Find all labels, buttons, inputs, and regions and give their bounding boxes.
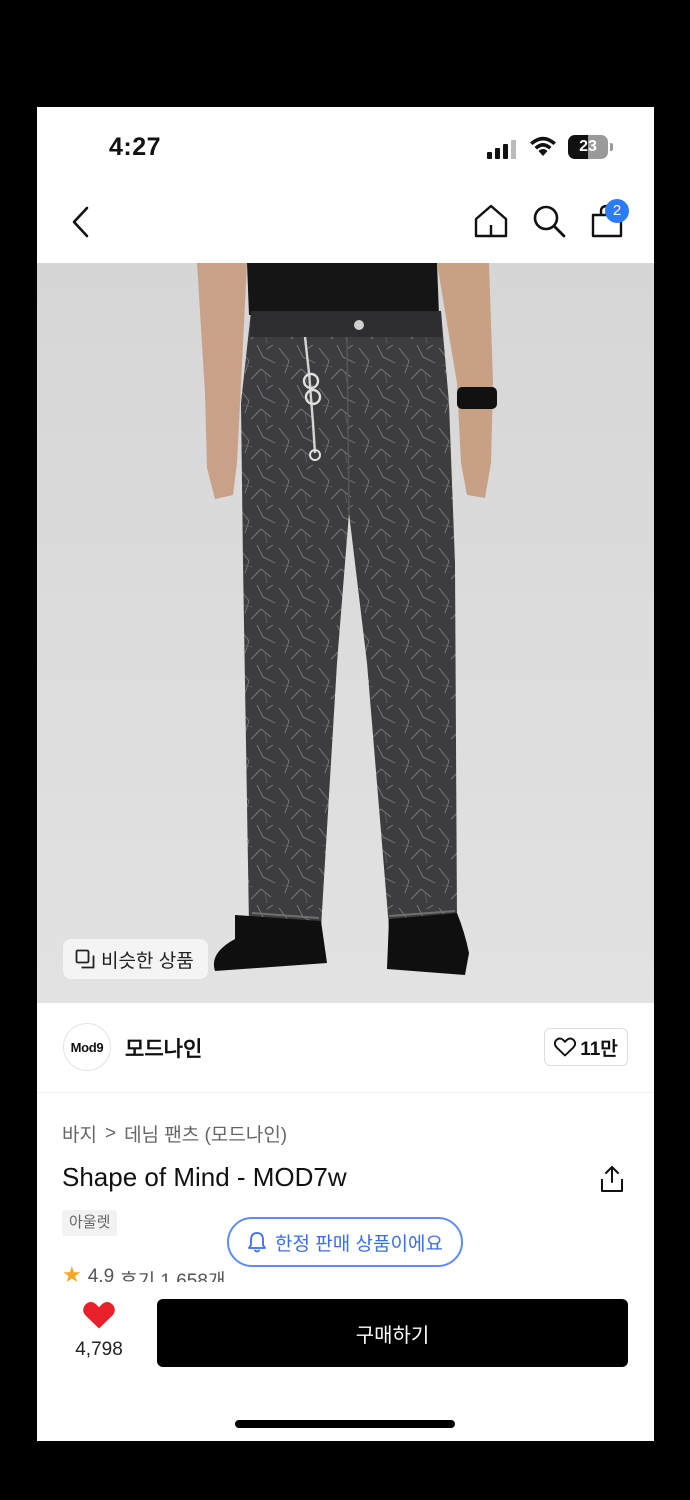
breadcrumb: 바지 > 데님 팬츠 (모드나인) <box>62 1120 287 1147</box>
review-count: 후기 1,658개 <box>120 1271 226 1282</box>
product-title: Shape of Mind - MOD7w <box>62 1162 347 1192</box>
bell-icon <box>248 1232 266 1253</box>
bottom-action-bar: 4,798 구매하기 <box>37 1282 654 1441</box>
outlet-tag: 아울렛 <box>62 1210 118 1236</box>
breadcrumb-separator: > <box>104 1122 117 1144</box>
rating-row[interactable]: ★ 4.9 후기 1,658개 <box>62 1260 225 1282</box>
limited-sale-text: 한정 판매 상품이에요 <box>275 1233 443 1255</box>
star-icon: ★ <box>62 1262 82 1282</box>
brand-like-button[interactable]: 11만 <box>544 1028 628 1066</box>
jeans-illustration <box>37 263 654 1003</box>
brand-like-count: 11만 <box>580 1038 618 1060</box>
cellular-signal-icon <box>487 140 516 159</box>
brand-row: Mod9 모드나인 11만 <box>37 1003 654 1093</box>
heart-filled-icon[interactable] <box>82 1300 116 1330</box>
wifi-icon <box>530 136 556 156</box>
brand-logo[interactable]: Mod9 <box>63 1023 111 1071</box>
battery-icon: 23 <box>568 135 614 159</box>
similar-products-button[interactable]: 비슷한 상품 <box>63 939 208 979</box>
limited-sale-banner[interactable]: 한정 판매 상품이에요 <box>227 1217 463 1267</box>
home-icon[interactable] <box>473 203 509 239</box>
heart-outline-icon <box>554 1037 577 1057</box>
breadcrumb-category[interactable]: 바지 <box>62 1120 97 1147</box>
top-nav-bar: 2 <box>37 187 654 263</box>
similar-items-icon <box>75 949 95 969</box>
brand-name[interactable]: 모드나인 <box>125 1033 202 1063</box>
status-time: 4:27 <box>109 133 162 161</box>
home-indicator[interactable] <box>235 1420 455 1428</box>
breadcrumb-subcategory[interactable]: 데님 팬츠 (모드나인) <box>124 1120 287 1147</box>
wishlist-count: 4,798 <box>75 1339 123 1360</box>
phone-screen: 4:27 23 2 비슷한 상품 Mod9 모드나인 11만 바지 > 데님 팬… <box>37 107 654 1441</box>
similar-products-label: 비슷한 상품 <box>101 950 194 972</box>
share-icon[interactable] <box>599 1165 625 1193</box>
product-image[interactable]: 비슷한 상품 <box>37 263 654 1003</box>
status-bar: 4:27 23 <box>37 107 654 187</box>
battery-level: 23 <box>579 138 597 155</box>
cart-count-badge: 2 <box>605 199 629 223</box>
back-arrow-icon[interactable] <box>69 205 93 239</box>
buy-button[interactable]: 구매하기 <box>157 1299 628 1367</box>
rating-value: 4.9 <box>87 1266 115 1282</box>
search-icon[interactable] <box>531 203 567 239</box>
